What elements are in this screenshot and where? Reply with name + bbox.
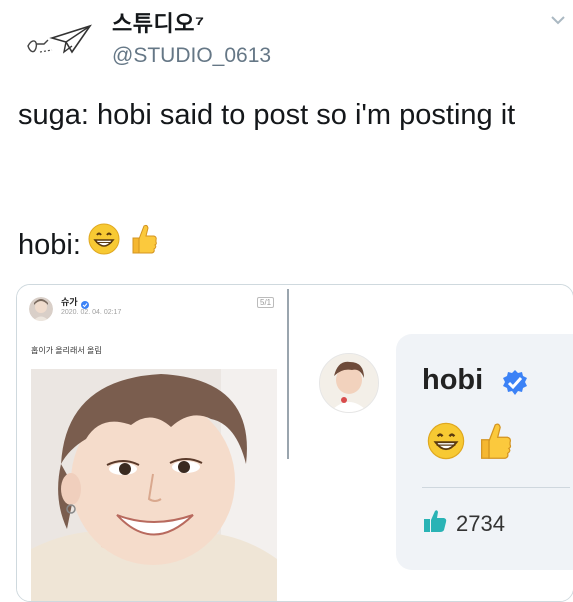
hobi-prefix: hobi:	[18, 228, 81, 261]
commenter-name: hobi	[422, 364, 484, 396]
divider	[422, 487, 570, 488]
comment-emojis	[426, 420, 514, 467]
thumbs-up-icon	[127, 222, 159, 267]
chevron-down-icon[interactable]	[548, 10, 568, 30]
avatar	[29, 297, 53, 321]
avatar	[319, 353, 379, 413]
like-thumb-icon[interactable]	[422, 508, 448, 540]
display-name[interactable]: 스튜디오⁷	[112, 6, 205, 38]
like-count-value: 2734	[456, 511, 505, 536]
tweet-text: suga: hobi said to post so i'm posting i…	[18, 99, 516, 131]
like-count[interactable]: 2734	[422, 508, 505, 540]
thumbs-up-icon	[474, 420, 514, 467]
grinning-face-icon	[87, 222, 121, 267]
verified-badge-icon	[500, 368, 530, 398]
post-text: 홉이가 올리래서 올림	[31, 346, 102, 355]
hobi-line: hobi:	[18, 222, 159, 267]
selfie-photo[interactable]	[31, 369, 277, 601]
page-indicator: 5/1	[257, 297, 275, 308]
post-user-name: 슈가	[61, 297, 78, 307]
grinning-face-icon	[426, 421, 466, 466]
left-screenshot[interactable]: 슈가 2020. 02. 04. 02:17 5/1 홉이가 올리래서 올림	[17, 285, 289, 601]
user-handle[interactable]: @STUDIO_0613	[112, 44, 271, 68]
paper-plane-doodle-icon[interactable]	[22, 18, 96, 64]
post-date: 2020. 02. 04. 02:17	[61, 309, 122, 316]
scrollbar[interactable]	[287, 289, 289, 459]
verified-badge-icon	[81, 296, 89, 309]
